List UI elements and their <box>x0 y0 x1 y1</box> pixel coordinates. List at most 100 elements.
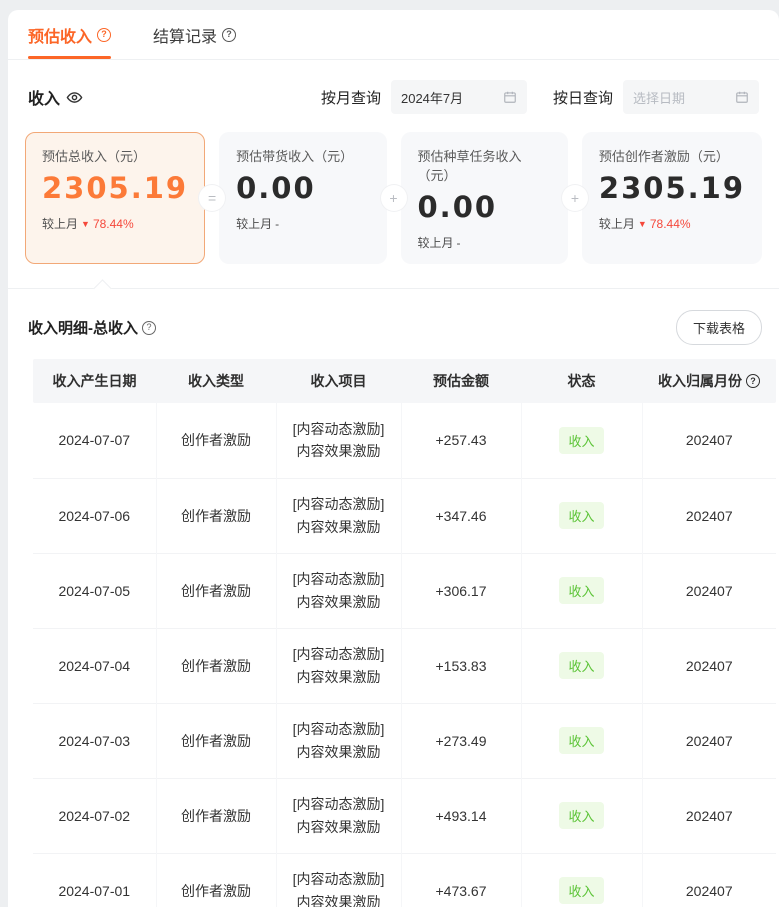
day-picker-placeholder: 选择日期 <box>633 88 685 107</box>
cell-date: 2024-07-03 <box>33 703 156 778</box>
plus-icon: + <box>562 185 588 211</box>
cell-project: [内容动态激励]内容效果激励 <box>276 628 401 703</box>
card-seeding-task-income[interactable]: 预估种草任务收入（元） 0.00 较上月 ▼ - <box>401 132 568 264</box>
cell-month: 202407 <box>642 478 776 553</box>
help-icon[interactable]: ? <box>97 28 111 42</box>
project-text: [内容动态激励]内容效果激励 <box>277 793 401 838</box>
month-filter: 按月查询 2024年7月 <box>321 80 527 114</box>
summary-cards: 预估总收入（元） 2305.19 较上月 ▼ 78.44% = 预估带货收入（元… <box>25 132 762 264</box>
income-title: 收入 <box>28 85 83 109</box>
cell-month: 202407 <box>642 403 776 478</box>
cell-amount: +153.83 <box>401 628 521 703</box>
eye-icon[interactable] <box>66 89 83 106</box>
main-panel: 预估收入 ? 结算记录 ? 收入 按月查询 2024年7月 <box>8 10 779 907</box>
project-text: [内容动态激励]内容效果激励 <box>277 718 401 763</box>
income-table-body: 2024-07-07创作者激励[内容动态激励]内容效果激励+257.43收入20… <box>33 403 776 907</box>
card-total-income[interactable]: 预估总收入（元） 2305.19 较上月 ▼ 78.44% <box>25 132 205 264</box>
cell-project: [内容动态激励]内容效果激励 <box>276 478 401 553</box>
cell-date: 2024-07-04 <box>33 628 156 703</box>
cell-type: 创作者激励 <box>156 778 276 853</box>
cell-project: [内容动态激励]内容效果激励 <box>276 703 401 778</box>
filter-row: 收入 按月查询 2024年7月 按日查询 <box>28 80 759 114</box>
cell-type: 创作者激励 <box>156 853 276 907</box>
project-text: [内容动态激励]内容效果激励 <box>277 568 401 613</box>
detail-section-header: 收入明细-总收入 ? 下载表格 <box>28 310 762 345</box>
tab-label: 预估收入 <box>28 23 92 47</box>
card-value: 0.00 <box>418 190 551 224</box>
compare-label: 较上月 <box>599 215 635 232</box>
month-picker-value: 2024年7月 <box>401 88 463 107</box>
cell-status: 收入 <box>521 403 642 478</box>
cell-amount: +347.46 <box>401 478 521 553</box>
cell-date: 2024-07-06 <box>33 478 156 553</box>
status-badge: 收入 <box>559 727 603 754</box>
table-row: 2024-07-04创作者激励[内容动态激励]内容效果激励+153.83收入20… <box>33 628 776 703</box>
col-header-date: 收入产生日期 <box>33 359 156 403</box>
card-value: 2305.19 <box>599 171 745 205</box>
download-table-button[interactable]: 下载表格 <box>676 310 762 345</box>
divider-notch <box>93 279 111 297</box>
income-table: 收入产生日期 收入类型 收入项目 预估金额 状态 收入归属月份 ? 2024-0… <box>33 359 776 907</box>
cell-date: 2024-07-07 <box>33 403 156 478</box>
card-compare: 较上月 ▼ - <box>418 234 551 251</box>
card-goods-income[interactable]: 预估带货收入（元） 0.00 较上月 ▼ - <box>219 132 386 264</box>
cell-amount: +306.17 <box>401 553 521 628</box>
table-header-row: 收入产生日期 收入类型 收入项目 预估金额 状态 收入归属月份 ? <box>33 359 776 403</box>
calendar-icon <box>503 90 517 104</box>
table-row: 2024-07-01创作者激励[内容动态激励]内容效果激励+473.67收入20… <box>33 853 776 907</box>
day-picker-input[interactable]: 选择日期 <box>623 80 759 114</box>
tab-settlement-records[interactable]: 结算记录 ? <box>153 10 236 59</box>
help-icon[interactable]: ? <box>746 374 760 388</box>
day-filter-label: 按日查询 <box>553 87 613 108</box>
compare-value: 78.44% <box>650 217 691 231</box>
cell-status: 收入 <box>521 703 642 778</box>
detail-title-text: 收入明细-总收入 <box>28 317 138 338</box>
calendar-icon <box>735 90 749 104</box>
help-icon[interactable]: ? <box>222 28 236 42</box>
status-badge: 收入 <box>559 802 603 829</box>
cell-amount: +273.49 <box>401 703 521 778</box>
card-compare: 较上月 ▼ 78.44% <box>42 215 188 232</box>
cell-amount: +493.14 <box>401 778 521 853</box>
cell-status: 收入 <box>521 478 642 553</box>
project-text: [内容动态激励]内容效果激励 <box>277 493 401 538</box>
cell-status: 收入 <box>521 778 642 853</box>
compare-value: - <box>457 236 461 250</box>
cell-date: 2024-07-05 <box>33 553 156 628</box>
compare-label: 较上月 <box>418 234 454 251</box>
card-compare: 较上月 ▼ 78.44% <box>599 215 745 232</box>
tab-estimated-income[interactable]: 预估收入 ? <box>28 10 111 59</box>
card-value: 0.00 <box>236 171 369 205</box>
detail-section-title: 收入明细-总收入 ? <box>28 317 156 338</box>
cell-month: 202407 <box>642 778 776 853</box>
cell-type: 创作者激励 <box>156 478 276 553</box>
down-arrow-icon: ▼ <box>638 219 647 229</box>
project-text: [内容动态激励]内容效果激励 <box>277 418 401 463</box>
cell-type: 创作者激励 <box>156 403 276 478</box>
status-badge: 收入 <box>559 577 603 604</box>
income-label: 收入 <box>28 85 60 109</box>
month-filter-label: 按月查询 <box>321 87 381 108</box>
compare-value: 78.44% <box>93 217 134 231</box>
card-compare: 较上月 ▼ - <box>236 215 369 232</box>
col-header-type: 收入类型 <box>156 359 276 403</box>
compare-label: 较上月 <box>236 215 272 232</box>
card-creator-incentive[interactable]: 预估创作者激励（元） 2305.19 较上月 ▼ 78.44% <box>582 132 762 264</box>
cell-amount: +257.43 <box>401 403 521 478</box>
card-title: 预估种草任务收入（元） <box>418 146 551 184</box>
col-header-status: 状态 <box>521 359 642 403</box>
help-icon[interactable]: ? <box>142 321 156 335</box>
card-title: 预估带货收入（元） <box>236 146 369 165</box>
card-value: 2305.19 <box>42 171 188 205</box>
cell-date: 2024-07-02 <box>33 778 156 853</box>
cell-project: [内容动态激励]内容效果激励 <box>276 403 401 478</box>
equals-icon: = <box>199 185 225 211</box>
cell-date: 2024-07-01 <box>33 853 156 907</box>
month-picker-input[interactable]: 2024年7月 <box>391 80 527 114</box>
section-divider <box>8 288 779 296</box>
col-header-month: 收入归属月份 ? <box>642 359 776 403</box>
tab-bar: 预估收入 ? 结算记录 ? <box>8 10 779 60</box>
col-header-month-text: 收入归属月份 <box>658 371 742 391</box>
card-title: 预估总收入（元） <box>42 146 188 165</box>
table-row: 2024-07-06创作者激励[内容动态激励]内容效果激励+347.46收入20… <box>33 478 776 553</box>
